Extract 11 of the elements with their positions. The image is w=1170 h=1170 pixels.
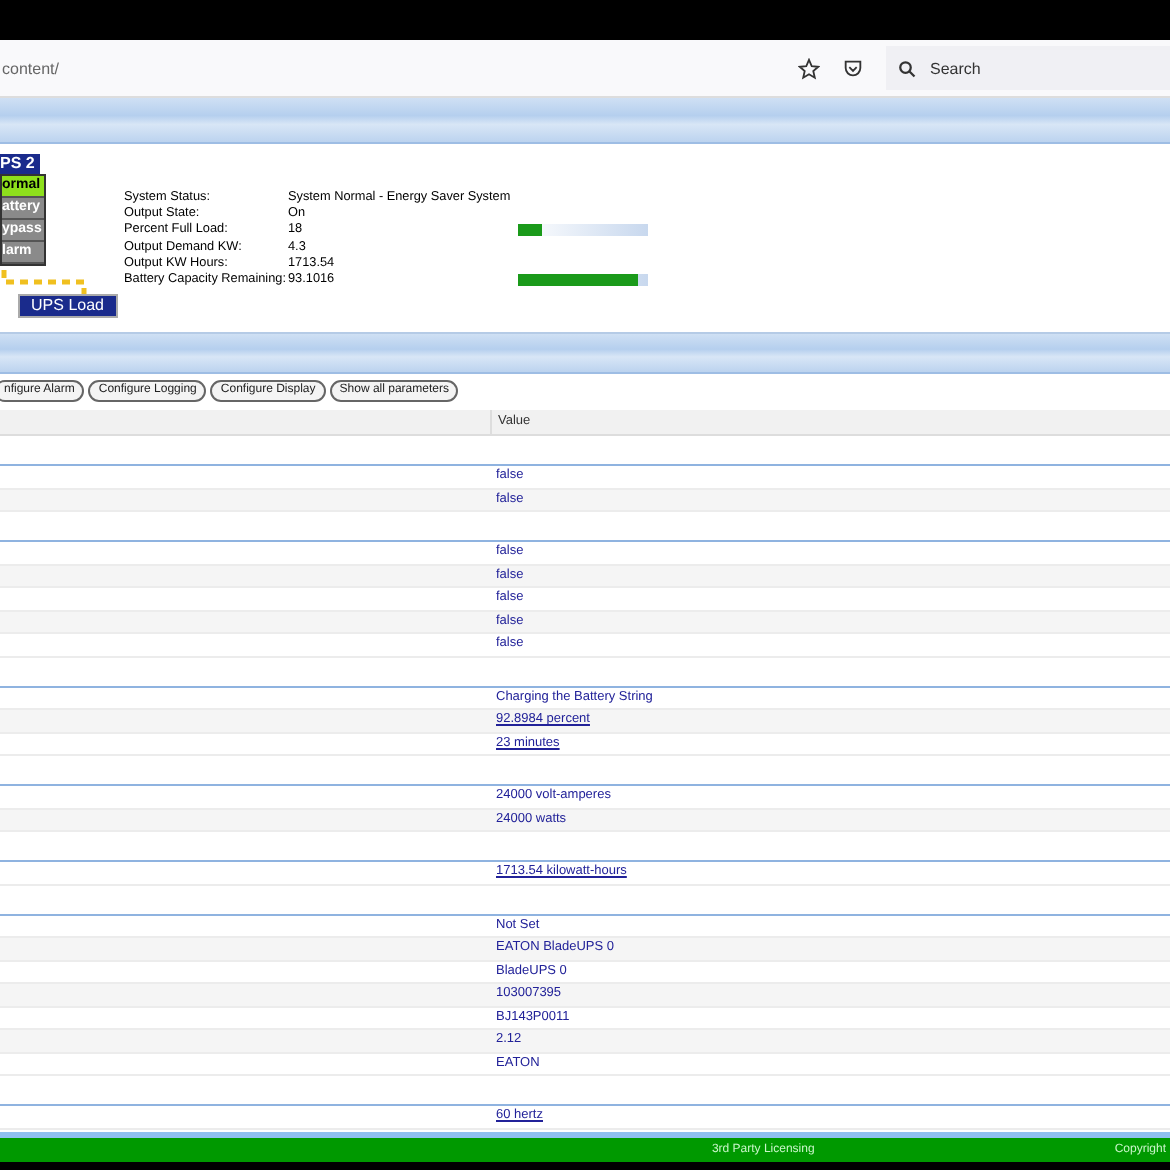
star-icon[interactable]	[798, 57, 820, 79]
ups-title: PS 2	[0, 154, 40, 174]
level-bar	[518, 224, 648, 237]
ups-load-label: UPS Load	[17, 294, 118, 318]
search-icon	[898, 59, 916, 77]
connector-line	[0, 270, 90, 294]
search-field[interactable]: Search	[886, 46, 1170, 90]
pocket-icon[interactable]	[842, 57, 864, 79]
address-bar[interactable]: content/	[0, 59, 798, 77]
level-bar	[518, 274, 648, 287]
search-input[interactable]: Search	[926, 57, 1134, 79]
